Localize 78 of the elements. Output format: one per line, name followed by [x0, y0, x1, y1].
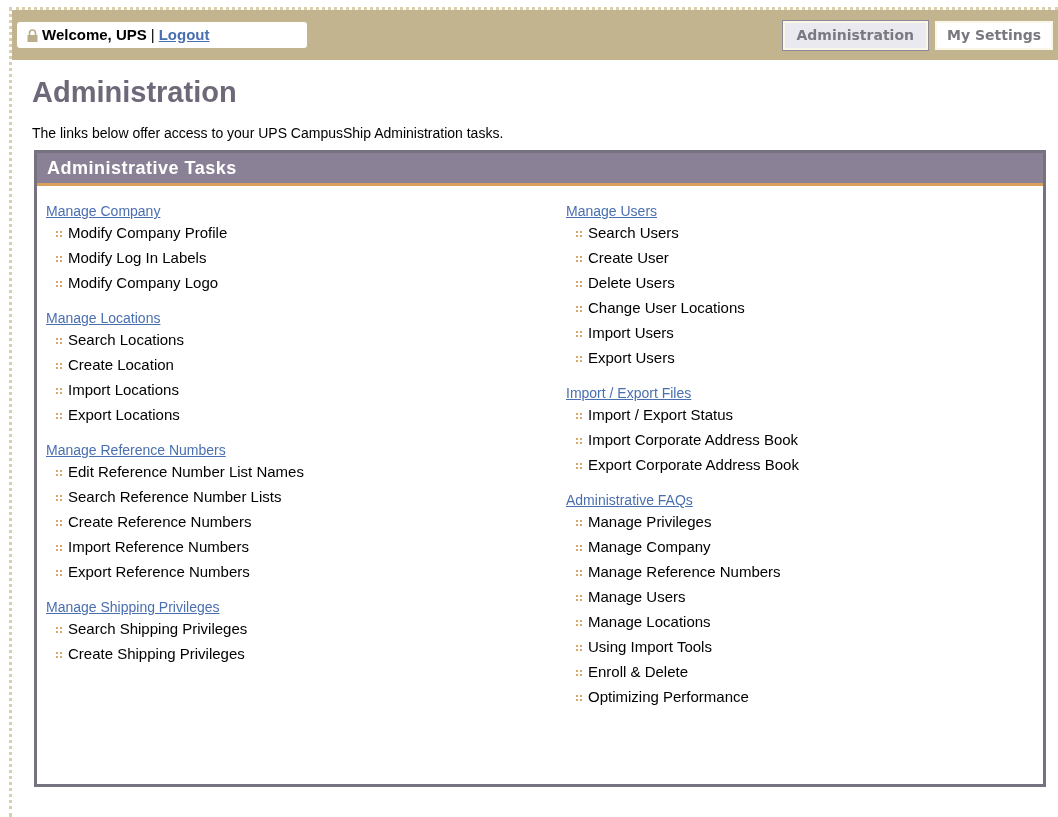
nav-tab[interactable]: My Settings [935, 20, 1053, 50]
bullet-icon [56, 412, 62, 419]
bullet-icon [576, 255, 582, 262]
logout-link[interactable]: Logout [158, 23, 210, 47]
bullet-icon [56, 544, 62, 551]
task-link[interactable]: Export Corporate Address Book [588, 454, 799, 477]
task-link[interactable]: Create Location [68, 354, 174, 377]
bullet-icon [576, 412, 582, 419]
section-link[interactable]: Manage Reference Numbers [46, 440, 226, 460]
bullet-icon [576, 544, 582, 551]
bullet-icon [56, 651, 62, 658]
task-link[interactable]: Modify Company Profile [68, 222, 228, 245]
bullet-icon [576, 669, 582, 676]
task-link[interactable]: Search Users [588, 222, 679, 245]
task-link[interactable]: Create Reference Numbers [68, 511, 252, 534]
intro-text: The links below offer access to your UPS CampusShip Administration tasks. [32, 124, 505, 143]
panel-header: Administrative Tasks [37, 153, 1043, 186]
welcome-text: Welcome, UPS [42, 24, 147, 45]
task-link[interactable]: Optimizing Performance [588, 686, 749, 709]
bullet-icon [56, 519, 62, 526]
task-link[interactable]: Export Users [588, 347, 675, 370]
bullet-icon [576, 437, 582, 444]
task-link[interactable]: Manage Reference Numbers [588, 561, 781, 584]
section-link[interactable]: Manage Users [566, 201, 658, 221]
task-link[interactable]: Manage Privileges [588, 511, 712, 534]
task-link[interactable]: Manage Locations [588, 611, 711, 634]
bullet-icon [56, 469, 62, 476]
lock-icon [27, 28, 38, 42]
task-link[interactable]: Manage Company [588, 536, 711, 559]
task-link[interactable]: Import Users [588, 322, 674, 345]
bullet-icon [56, 362, 62, 369]
task-link[interactable]: Export Locations [68, 404, 180, 427]
task-link[interactable]: Search Reference Number Lists [68, 486, 282, 509]
task-link[interactable]: Delete Users [588, 272, 675, 295]
task-link[interactable]: Manage Users [588, 586, 686, 609]
task-link[interactable]: Change User Locations [588, 297, 745, 320]
separator: | [150, 24, 155, 45]
bullet-icon [576, 644, 582, 651]
bullet-icon [576, 230, 582, 237]
task-link[interactable]: Search Locations [68, 329, 184, 352]
bullet-icon [576, 519, 582, 526]
bullet-icon [576, 305, 582, 312]
bullet-icon [576, 594, 582, 601]
bullet-icon [576, 569, 582, 576]
bullet-icon [576, 330, 582, 337]
bullet-icon [56, 230, 62, 237]
bullet-icon [56, 626, 62, 633]
bullet-icon [576, 462, 582, 469]
task-link[interactable]: Enroll & Delete [588, 661, 689, 684]
bullet-icon [56, 280, 62, 287]
task-link[interactable]: Modify Log In Labels [68, 247, 207, 270]
bullet-icon [56, 569, 62, 576]
bullet-icon [56, 337, 62, 344]
task-link[interactable]: Export Reference Numbers [68, 561, 250, 584]
section-link[interactable]: Manage Locations [46, 308, 161, 328]
task-link[interactable]: Import / Export Status [588, 404, 734, 427]
task-link[interactable]: Modify Company Logo [68, 272, 219, 295]
section-link[interactable]: Manage Company [46, 201, 161, 221]
section-link[interactable]: Import / Export Files [566, 383, 692, 403]
task-link[interactable]: Import Reference Numbers [68, 536, 249, 559]
section-link[interactable]: Administrative FAQs [566, 490, 693, 510]
page-title: Administration [32, 75, 238, 110]
task-link[interactable]: Create User [588, 247, 669, 270]
bullet-icon [56, 494, 62, 501]
bullet-icon [56, 387, 62, 394]
task-link[interactable]: Create Shipping Privileges [68, 643, 245, 666]
task-link[interactable]: Search Shipping Privileges [68, 618, 248, 641]
bullet-icon [576, 355, 582, 362]
bullet-icon [56, 255, 62, 262]
task-link[interactable]: Import Corporate Address Book [588, 429, 799, 452]
bullet-icon [576, 280, 582, 287]
nav-tab[interactable]: Administration [782, 20, 928, 50]
bullet-icon [576, 619, 582, 626]
section-link[interactable]: Manage Shipping Privileges [46, 597, 220, 617]
task-link[interactable]: Using Import Tools [588, 636, 712, 659]
task-link[interactable]: Import Locations [68, 379, 179, 402]
bullet-icon [576, 694, 582, 701]
task-link[interactable]: Edit Reference Number List Names [68, 461, 304, 484]
